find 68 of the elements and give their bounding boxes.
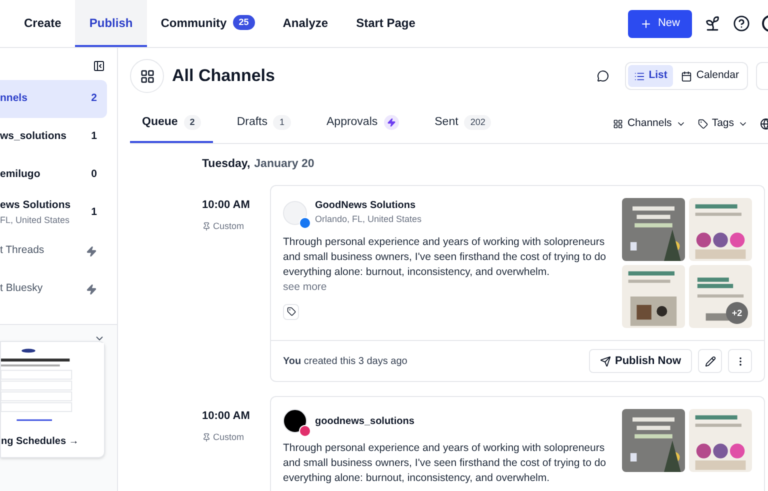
nav-tab[interactable]: Publish [75, 0, 147, 47]
date-label: January 20 [254, 157, 314, 172]
count-badge: 1 [273, 114, 290, 130]
edit-button[interactable] [698, 349, 722, 374]
count-badge: 25 [232, 14, 255, 30]
queue-tab[interactable]: Queue 2 [130, 104, 213, 143]
post-count: 1 [91, 205, 97, 220]
help-icon[interactable] [733, 15, 750, 32]
channel-item[interactable]: nnels 2 [0, 80, 107, 118]
facebook-badge-icon [299, 216, 311, 228]
page-title: All Channels [172, 65, 276, 88]
post-time: 10:00 AM [202, 198, 250, 214]
channel-item[interactable]: ews Solutions FL, United States 1 [0, 194, 107, 232]
calendar-icon [681, 70, 692, 82]
day-label: Tuesday, [202, 157, 250, 172]
channels-icon [130, 59, 164, 93]
view-toggle[interactable]: List [628, 65, 674, 87]
collapse-sidebar-icon[interactable] [93, 60, 105, 72]
nav-tab[interactable]: Analyze [268, 0, 342, 47]
pin-icon [202, 433, 211, 442]
avatar [283, 200, 307, 224]
chat-icon[interactable] [596, 70, 609, 82]
filter-dropdown[interactable]: Channels [613, 104, 686, 143]
channel-item[interactable]: t Bluesky [0, 270, 107, 308]
queue-tab[interactable]: Sent 202 [422, 104, 504, 143]
count-badge: 2 [184, 114, 201, 130]
view-toggle[interactable]: Calendar [675, 65, 745, 87]
new-button[interactable]: New [628, 10, 692, 38]
nav-tab[interactable]: Start Page [342, 0, 430, 47]
filter-dropdown[interactable]: Tags [698, 104, 748, 143]
channel-location: Orlando, FL, United States [315, 213, 422, 226]
instagram-badge-icon [299, 425, 311, 438]
nav-tab[interactable]: Community 25 [146, 0, 269, 47]
avatar [283, 409, 307, 434]
bolt-icon [384, 115, 399, 130]
schedule-label: Custom [213, 430, 244, 444]
queue-tab[interactable]: Drafts 1 [224, 104, 302, 143]
see-more-link[interactable]: see more [283, 280, 327, 296]
plus-icon [640, 18, 652, 30]
send-icon [600, 356, 611, 367]
channel-name: goodnews_solutions [315, 414, 414, 429]
created-note: You created this 3 days ago [283, 354, 408, 369]
post-text: Through personal experience and years of working with solopreneurs and small business owners, I've seen firsthand the cost of trying to do everything alone: burnout, inconsistency, and overwhelm. [283, 234, 608, 280]
pencil-icon [704, 356, 716, 367]
sprout-icon[interactable] [704, 15, 721, 32]
nav-tab[interactable]: Create [10, 0, 76, 47]
channel-item[interactable]: t Threads [0, 232, 107, 270]
grid-icon [613, 118, 624, 128]
post-count: 1 [91, 129, 97, 144]
post-text: Through personal experience and years of working with solopreneurs and small business owners, I've seen firsthand the cost of trying to do everything alone: burnout, inconsistency, and overwhelm. [283, 441, 608, 486]
pin-icon [202, 222, 211, 231]
schedule-label: Custom [213, 220, 244, 233]
post-time: 10:00 AM [202, 409, 250, 424]
channel-name: GoodNews Solutions [315, 199, 417, 214]
count-badge: 202 [464, 114, 492, 130]
tag-icon [286, 307, 296, 316]
post-count: 0 [91, 167, 97, 182]
queue-tab[interactable]: Approvals [314, 104, 411, 143]
channel-location: FL, United States [0, 214, 71, 228]
channel-item[interactable]: ws_solutions 1 [0, 118, 107, 156]
tag-button[interactable] [283, 304, 299, 320]
channel-item[interactable]: emilugo 0 [0, 156, 107, 194]
post-count: 2 [91, 91, 97, 106]
schedules-link[interactable]: ng Schedules → [1, 434, 79, 449]
bolt-icon [86, 246, 97, 256]
publish-now-button[interactable]: Publish Now [589, 349, 692, 374]
bolt-icon [86, 284, 97, 294]
tag-icon [698, 118, 708, 128]
